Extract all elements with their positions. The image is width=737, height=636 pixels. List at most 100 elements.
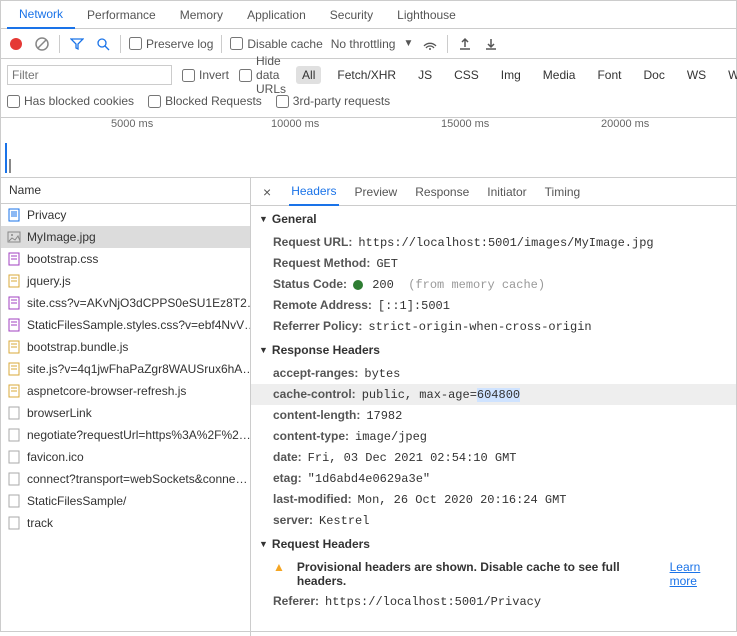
kv-request-method: Request Method:GET xyxy=(251,253,736,274)
type-js[interactable]: JS xyxy=(412,66,438,84)
request-row[interactable]: browserLink xyxy=(1,402,250,424)
tab-network[interactable]: Network xyxy=(7,1,75,29)
file-icon xyxy=(7,340,21,354)
request-name: Privacy xyxy=(27,208,66,222)
network-conditions-icon[interactable] xyxy=(421,35,439,53)
upload-icon[interactable] xyxy=(456,35,474,53)
request-row[interactable]: Privacy xyxy=(1,204,250,226)
request-row[interactable]: StaticFilesSample.styles.css?v=ebf4NvV… xyxy=(1,314,250,336)
tab-application[interactable]: Application xyxy=(235,2,318,28)
type-doc[interactable]: Doc xyxy=(637,66,670,84)
learn-more-link[interactable]: Learn more xyxy=(670,560,728,588)
third-party-checkbox[interactable]: 3rd-party requests xyxy=(276,94,390,108)
network-toolbar: Preserve log Disable cache No throttling… xyxy=(1,29,736,59)
request-row[interactable]: MyImage.jpg xyxy=(1,226,250,248)
request-name: negotiate?requestUrl=https%3A%2F%2… xyxy=(27,428,250,442)
hide-data-urls-checkbox[interactable]: Hide data URLs xyxy=(239,54,286,96)
timeline-overview[interactable]: 5000 ms 10000 ms 15000 ms 20000 ms xyxy=(1,118,736,178)
type-media[interactable]: Media xyxy=(537,66,582,84)
tick-label: 10000 ms xyxy=(271,118,319,130)
request-row[interactable]: track xyxy=(1,512,250,534)
disable-cache-checkbox[interactable]: Disable cache xyxy=(230,37,322,51)
request-list: Name Privacy MyImage.jpg bootstrap.css jque… xyxy=(1,178,251,636)
tick-label: 20000 ms xyxy=(601,118,649,130)
tab-memory[interactable]: Memory xyxy=(168,2,235,28)
waterfall-marker xyxy=(5,143,11,173)
tab-preview[interactable]: Preview xyxy=(353,179,400,205)
type-font[interactable]: Font xyxy=(591,66,627,84)
request-name: site.css?v=AKvNjO3dCPPS0eSU1Ez8T2… xyxy=(27,296,250,310)
section-general[interactable]: General xyxy=(251,206,736,232)
request-row[interactable]: connect?transport=webSockets&conne… xyxy=(1,468,250,490)
response-header-row: server:Kestrel xyxy=(251,510,736,531)
request-name: browserLink xyxy=(27,406,92,420)
kv-referer: Referer:https://localhost:5001/Privacy xyxy=(251,591,736,612)
request-row[interactable]: bootstrap.css xyxy=(1,248,250,270)
request-row[interactable]: favicon.ico xyxy=(1,446,250,468)
chevron-down-icon[interactable]: ▼ xyxy=(403,38,413,49)
tab-security[interactable]: Security xyxy=(318,2,385,28)
section-response-headers[interactable]: Response Headers xyxy=(251,337,736,363)
filter-input[interactable] xyxy=(7,65,172,85)
blocked-cookies-checkbox[interactable]: Has blocked cookies xyxy=(7,94,134,108)
tab-initiator[interactable]: Initiator xyxy=(485,179,528,205)
file-icon xyxy=(7,208,21,222)
request-name: jquery.js xyxy=(27,274,71,288)
request-row[interactable]: site.js?v=4q1jwFhaPaZgr8WAUSrux6hA… xyxy=(1,358,250,380)
request-row[interactable]: site.css?v=AKvNjO3dCPPS0eSU1Ez8T2… xyxy=(1,292,250,314)
preserve-log-checkbox[interactable]: Preserve log xyxy=(129,37,213,51)
tab-timing[interactable]: Timing xyxy=(543,179,583,205)
type-all[interactable]: All xyxy=(296,66,321,84)
request-row[interactable]: negotiate?requestUrl=https%3A%2F%2… xyxy=(1,424,250,446)
file-icon xyxy=(7,406,21,420)
divider xyxy=(120,35,121,53)
request-name: connect?transport=webSockets&conne… xyxy=(27,472,247,486)
tab-performance[interactable]: Performance xyxy=(75,2,168,28)
file-icon xyxy=(7,230,21,244)
response-header-row: cache-control:public, max-age=604800 xyxy=(251,384,736,405)
clear-button[interactable] xyxy=(33,35,51,53)
request-row[interactable]: jquery.js xyxy=(1,270,250,292)
request-row[interactable]: bootstrap.bundle.js xyxy=(1,336,250,358)
section-request-headers[interactable]: Request Headers xyxy=(251,531,736,557)
divider xyxy=(221,35,222,53)
type-wasm[interactable]: Wasm xyxy=(722,66,737,84)
kv-status-code: Status Code: 200 (from memory cache) xyxy=(251,274,736,295)
file-icon xyxy=(7,274,21,288)
download-icon[interactable] xyxy=(482,35,500,53)
request-details: × Headers Preview Response Initiator Tim… xyxy=(251,178,736,636)
provisional-warning: ▲ Provisional headers are shown. Disable… xyxy=(251,557,736,591)
tab-lighthouse[interactable]: Lighthouse xyxy=(385,2,468,28)
request-row[interactable]: aspnetcore-browser-refresh.js xyxy=(1,380,250,402)
file-icon xyxy=(7,516,21,530)
close-icon[interactable]: × xyxy=(259,184,275,200)
response-header-row: date:Fri, 03 Dec 2021 02:54:10 GMT xyxy=(251,447,736,468)
record-button[interactable] xyxy=(7,35,25,53)
request-name: StaticFilesSample.styles.css?v=ebf4NvV… xyxy=(27,318,250,332)
request-name: favicon.ico xyxy=(27,450,84,464)
type-css[interactable]: CSS xyxy=(448,66,485,84)
type-img[interactable]: Img xyxy=(495,66,527,84)
tab-headers[interactable]: Headers xyxy=(289,178,338,206)
search-icon[interactable] xyxy=(94,35,112,53)
filter-icon[interactable] xyxy=(68,35,86,53)
column-header-name[interactable]: Name xyxy=(1,178,250,204)
type-ws[interactable]: WS xyxy=(681,66,712,84)
response-header-row: content-type:image/jpeg xyxy=(251,426,736,447)
request-name: bootstrap.bundle.js xyxy=(27,340,128,354)
type-fetch[interactable]: Fetch/XHR xyxy=(331,66,402,84)
file-icon xyxy=(7,472,21,486)
request-name: track xyxy=(27,516,53,530)
file-icon xyxy=(7,428,21,442)
request-name: aspnetcore-browser-refresh.js xyxy=(27,384,186,398)
warning-icon: ▲ xyxy=(273,560,285,574)
request-name: bootstrap.css xyxy=(27,252,98,266)
tab-response[interactable]: Response xyxy=(413,179,471,205)
throttling-select[interactable]: No throttling xyxy=(331,37,396,51)
file-icon xyxy=(7,362,21,376)
blocked-requests-checkbox[interactable]: Blocked Requests xyxy=(148,94,262,108)
request-row[interactable]: StaticFilesSample/ xyxy=(1,490,250,512)
kv-remote-address: Remote Address:[::1]:5001 xyxy=(251,295,736,316)
invert-checkbox[interactable]: Invert xyxy=(182,68,229,82)
detail-tabbar: × Headers Preview Response Initiator Tim… xyxy=(251,178,736,206)
